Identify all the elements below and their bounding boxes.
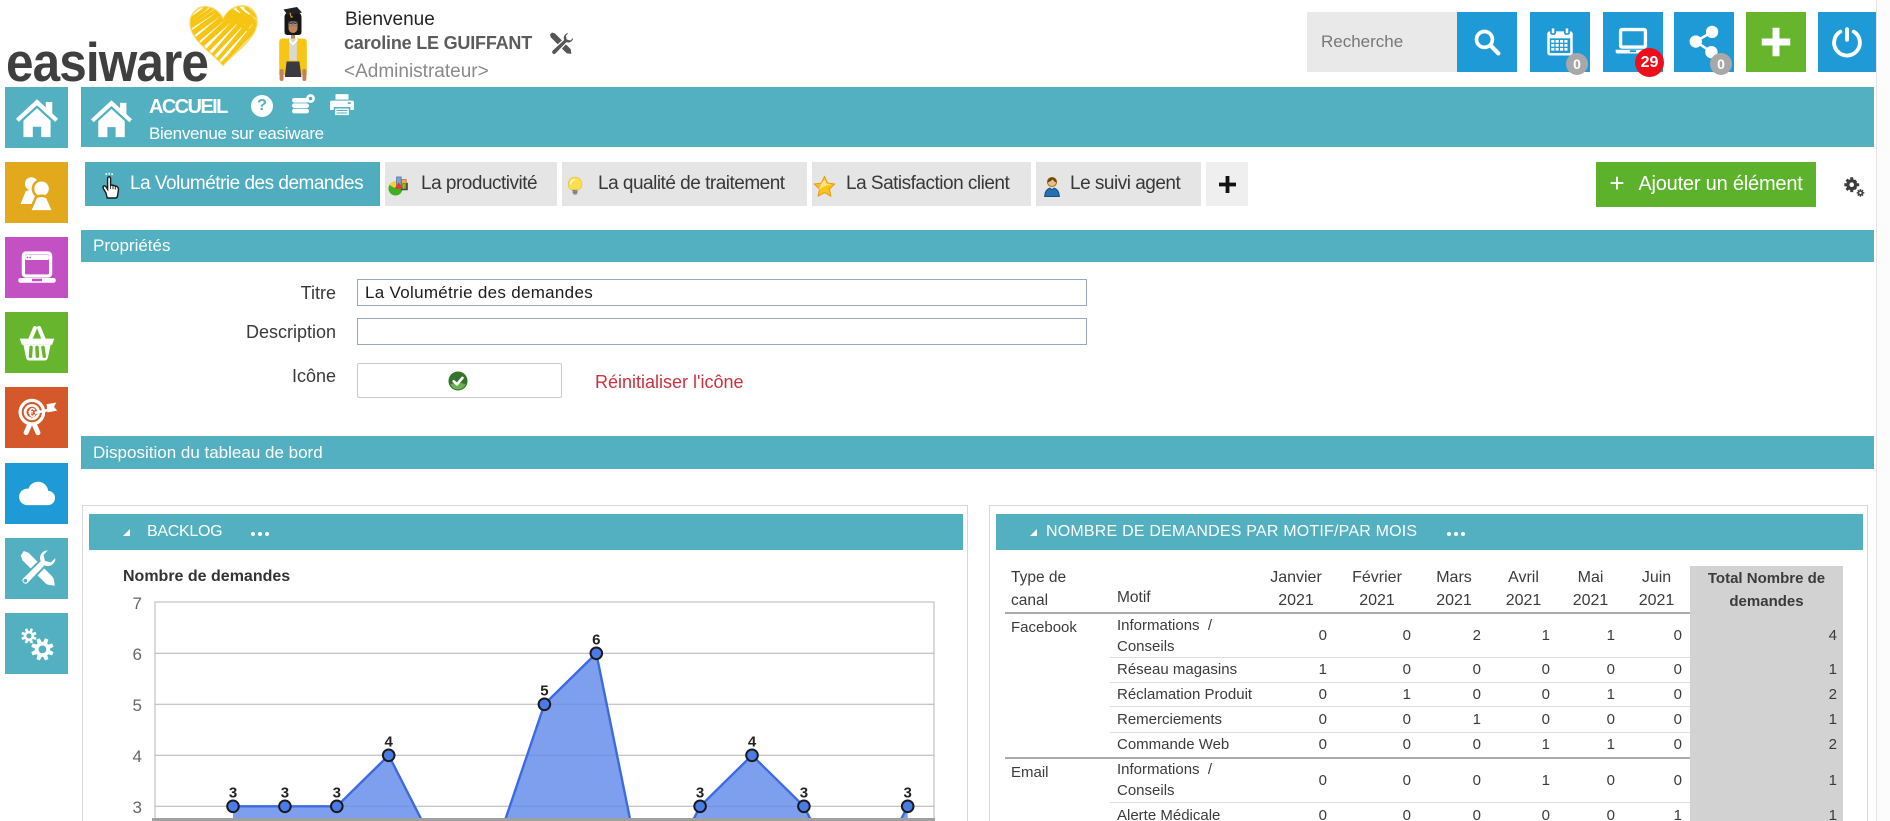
svg-text:3: 3	[696, 784, 704, 801]
svg-text:6: 6	[592, 631, 600, 648]
svg-text:3: 3	[800, 784, 808, 801]
svg-text:5: 5	[540, 682, 548, 699]
svg-text:3: 3	[281, 784, 289, 801]
svg-text:4: 4	[385, 733, 394, 750]
svg-text:4: 4	[748, 733, 757, 750]
svg-text:3: 3	[904, 784, 912, 801]
svg-text:3: 3	[333, 784, 341, 801]
svg-text:3: 3	[229, 784, 237, 801]
